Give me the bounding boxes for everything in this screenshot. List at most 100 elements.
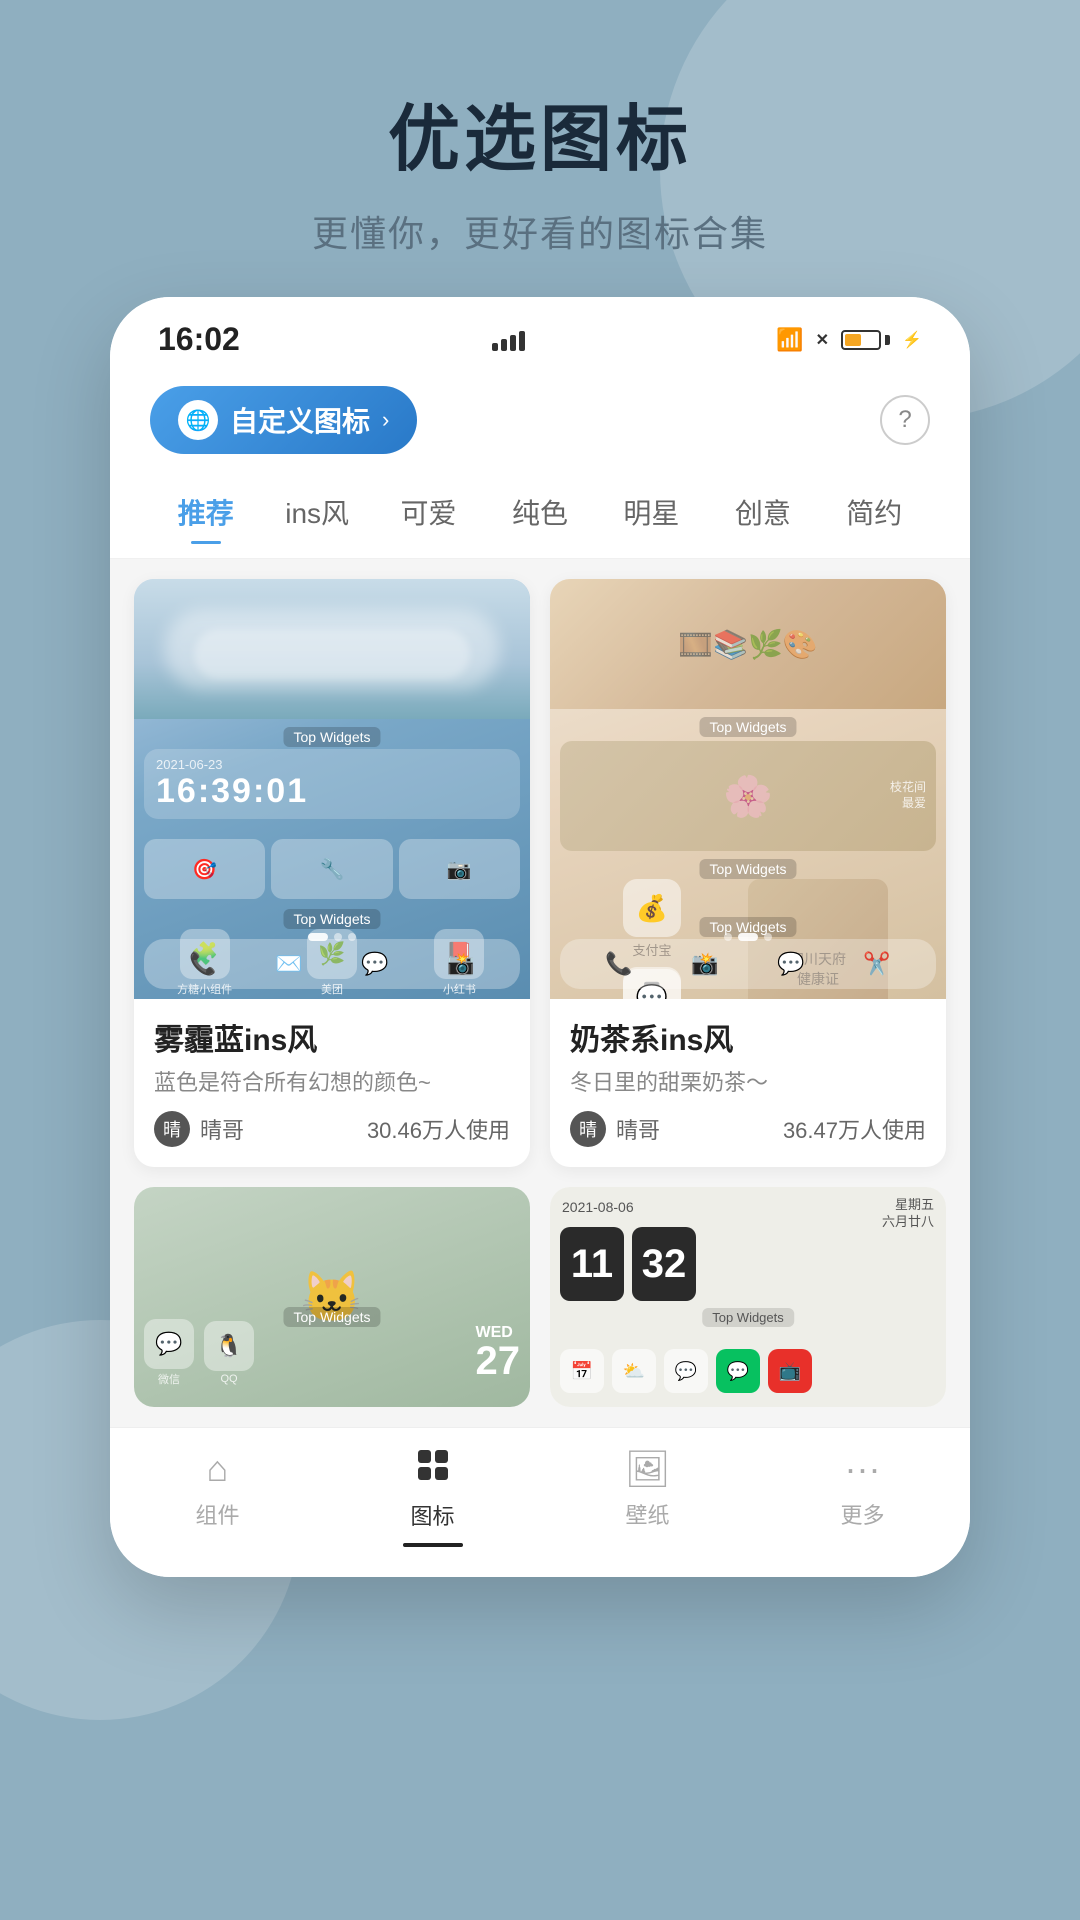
cream-theme-name: 奶茶系ins风 — [570, 1015, 926, 1059]
time-date-label: 2021-08-06 — [562, 1199, 634, 1215]
help-button[interactable]: ? — [880, 395, 930, 445]
cream-theme-desc: 冬日里的甜栗奶茶～ — [570, 1065, 926, 1097]
cream-author-avatar: 晴 — [570, 1111, 606, 1147]
category-tabs: 推荐 ins风 可爱 纯色 明星 创意 简约 — [110, 466, 970, 559]
blue-author-name: 晴哥 — [200, 1113, 244, 1145]
signal-bar-1 — [492, 343, 498, 351]
big-digits: 11 32 — [560, 1227, 696, 1301]
blue-theme-meta: 晴 晴哥 30.46万人使用 — [154, 1111, 510, 1147]
battery-icon — [841, 330, 890, 350]
bottom-nav: ⌂ 组件 图标 🖼 壁纸 ··· 更多 — [110, 1427, 970, 1577]
help-icon: ? — [898, 406, 911, 434]
time-widget-label: Top Widgets — [702, 1308, 794, 1327]
nav-item-wallpaper[interactable]: 🖼 壁纸 — [540, 1448, 755, 1547]
cat-wed: WED 27 — [476, 1325, 521, 1381]
custom-icon-btn-icon: 🌐 — [178, 400, 218, 440]
cat-icons-row: 💬 微信 🐧 QQ WED 27 — [144, 1319, 520, 1387]
nav-icon-wallpaper: 🖼 — [625, 1448, 671, 1490]
theme-card-blue[interactable]: 👑 盐系 零霾蓝 Top Widgets 2021-06-23 — [134, 579, 530, 1167]
phone-mockup: 16:02 📶 ✕ ⚡ 🌐 自定义图标 › ? — [110, 297, 970, 1577]
time-day-info: 星期五 六月廿八 — [882, 1197, 934, 1231]
blue-dock: 📞 ✉️ 💬 📸 — [144, 939, 520, 989]
time-app-3: 💬 — [664, 1349, 708, 1393]
tab-creative[interactable]: 创意 — [707, 482, 818, 542]
cloud-2 — [194, 629, 470, 679]
tab-simple[interactable]: 简约 — [819, 482, 930, 542]
battery-bolt-icon: ⚡ — [902, 330, 922, 350]
sky-bg — [134, 579, 530, 719]
wifi-icon: 📶 — [776, 327, 803, 353]
widget-label-cream-1: Top Widgets — [699, 717, 796, 737]
widget-icon-1: 🎯 — [144, 839, 265, 899]
cream-dock: 📞 📸 💬 ✂️ — [560, 939, 936, 989]
theme-preview-cream: 🎞️📚🌿🎨 Top Widgets 🌸 枝花间最爱 Top Widgets — [550, 579, 946, 999]
signal-bars — [492, 329, 525, 351]
cream-theme-meta: 晴 晴哥 36.47万人使用 — [570, 1111, 926, 1147]
nav-icon-widgets: ⌂ — [207, 1448, 229, 1490]
blue-theme-name: 雾霾蓝ins风 — [154, 1015, 510, 1059]
mid-widget-row: 🎯 🔧 📷 — [144, 839, 520, 899]
header-section: 优选图标 更懂你，更好看的图标合集 — [0, 0, 1080, 297]
nav-label-icons: 图标 — [410, 1499, 454, 1531]
signal-bar-3 — [510, 335, 516, 351]
widget-label-cream-2: Top Widgets — [699, 859, 796, 879]
widget-label-1: Top Widgets — [283, 727, 380, 747]
battery-tip — [885, 335, 890, 345]
digit-min: 32 — [632, 1227, 696, 1301]
time-app-2: ⛅ — [612, 1349, 656, 1393]
status-icons: 📶 ✕ ⚡ — [776, 327, 922, 353]
widget-icon-3: 📷 — [399, 839, 520, 899]
time-preview: 2021-08-06 星期五 六月廿八 11 32 Top Widgets — [550, 1187, 946, 1407]
custom-icon-btn-text: 自定义图标 — [230, 400, 370, 440]
nav-active-indicator — [403, 1543, 463, 1547]
bottom-card-cat[interactable]: 🐱 Top Widgets 💬 微信 🐧 QQ — [134, 1187, 530, 1407]
page-title: 优选图标 — [0, 80, 1080, 185]
time-app-1: 📅 — [560, 1349, 604, 1393]
time-app-4: 💬 — [716, 1349, 760, 1393]
status-bar: 16:02 📶 ✕ ⚡ — [110, 297, 970, 374]
nav-item-widgets[interactable]: ⌂ 组件 — [110, 1448, 325, 1547]
signal-bar-2 — [501, 339, 507, 351]
cream-theme-info: 奶茶系ins风 冬日里的甜栗奶茶～ 晴 晴哥 36.47万人使用 — [550, 999, 946, 1167]
page-subtitle: 更懂你，更好看的图标合集 — [0, 205, 1080, 257]
cat-app-1: 💬 微信 — [144, 1319, 194, 1387]
cream-usage-count: 36.47万人使用 — [783, 1113, 926, 1145]
bottom-card-time[interactable]: 2021-08-06 星期五 六月廿八 11 32 Top Widgets — [550, 1187, 946, 1407]
tab-plain[interactable]: 纯色 — [484, 482, 595, 542]
custom-icon-btn-arrow: › — [382, 407, 389, 433]
blue-usage-count: 30.46万人使用 — [367, 1113, 510, 1145]
time-app-5: 📺 — [768, 1349, 812, 1393]
tab-recommend[interactable]: 推荐 — [150, 482, 261, 542]
time-icons-row: 📅 ⛅ 💬 💬 📺 — [560, 1349, 936, 1393]
day-of-week: 星期五 — [882, 1197, 934, 1214]
tab-cute[interactable]: 可爱 — [373, 482, 484, 542]
digit-hour: 11 — [560, 1227, 624, 1301]
cat-app-2: 🐧 QQ — [204, 1321, 254, 1385]
battery-fill — [845, 334, 861, 346]
nav-label-more: 更多 — [840, 1498, 884, 1530]
cream-author-name: 晴哥 — [616, 1113, 660, 1145]
tab-star[interactable]: 明星 — [596, 482, 707, 542]
cat-preview: 🐱 Top Widgets 💬 微信 🐧 QQ — [134, 1187, 530, 1407]
signal-bar-4 — [519, 331, 525, 351]
theme-card-cream[interactable]: 🎞️📚🌿🎨 Top Widgets 🌸 枝花间最爱 Top Widgets — [550, 579, 946, 1167]
clock-area: 2021-06-23 16:39:01 — [144, 749, 520, 819]
nav-item-icons[interactable]: 图标 — [325, 1448, 540, 1547]
lunar-date: 六月廿八 — [882, 1214, 934, 1231]
status-time: 16:02 — [158, 321, 240, 358]
nav-icon-icons — [416, 1448, 450, 1491]
tab-ins[interactable]: ins风 — [261, 482, 372, 542]
blue-theme-desc: 蓝色是符合所有幻想的颜色~ — [154, 1065, 510, 1097]
cream-top-collage: 🎞️📚🌿🎨 — [550, 579, 946, 709]
nav-label-widgets: 组件 — [195, 1498, 239, 1530]
cream-mid-collage: 🌸 枝花间最爱 — [560, 741, 936, 851]
cross-icon: ✕ — [816, 330, 829, 350]
content-area: 👑 盐系 零霾蓝 Top Widgets 2021-06-23 — [110, 559, 970, 1427]
nav-icon-more: ··· — [845, 1448, 881, 1490]
nav-item-more[interactable]: ··· 更多 — [755, 1448, 970, 1547]
custom-icon-bar: 🌐 自定义图标 › ? — [110, 374, 970, 466]
widget-label-2: Top Widgets — [283, 909, 380, 929]
custom-icon-button[interactable]: 🌐 自定义图标 › — [150, 386, 417, 454]
battery-body — [841, 330, 881, 350]
nav-label-wallpaper: 壁纸 — [625, 1498, 669, 1530]
